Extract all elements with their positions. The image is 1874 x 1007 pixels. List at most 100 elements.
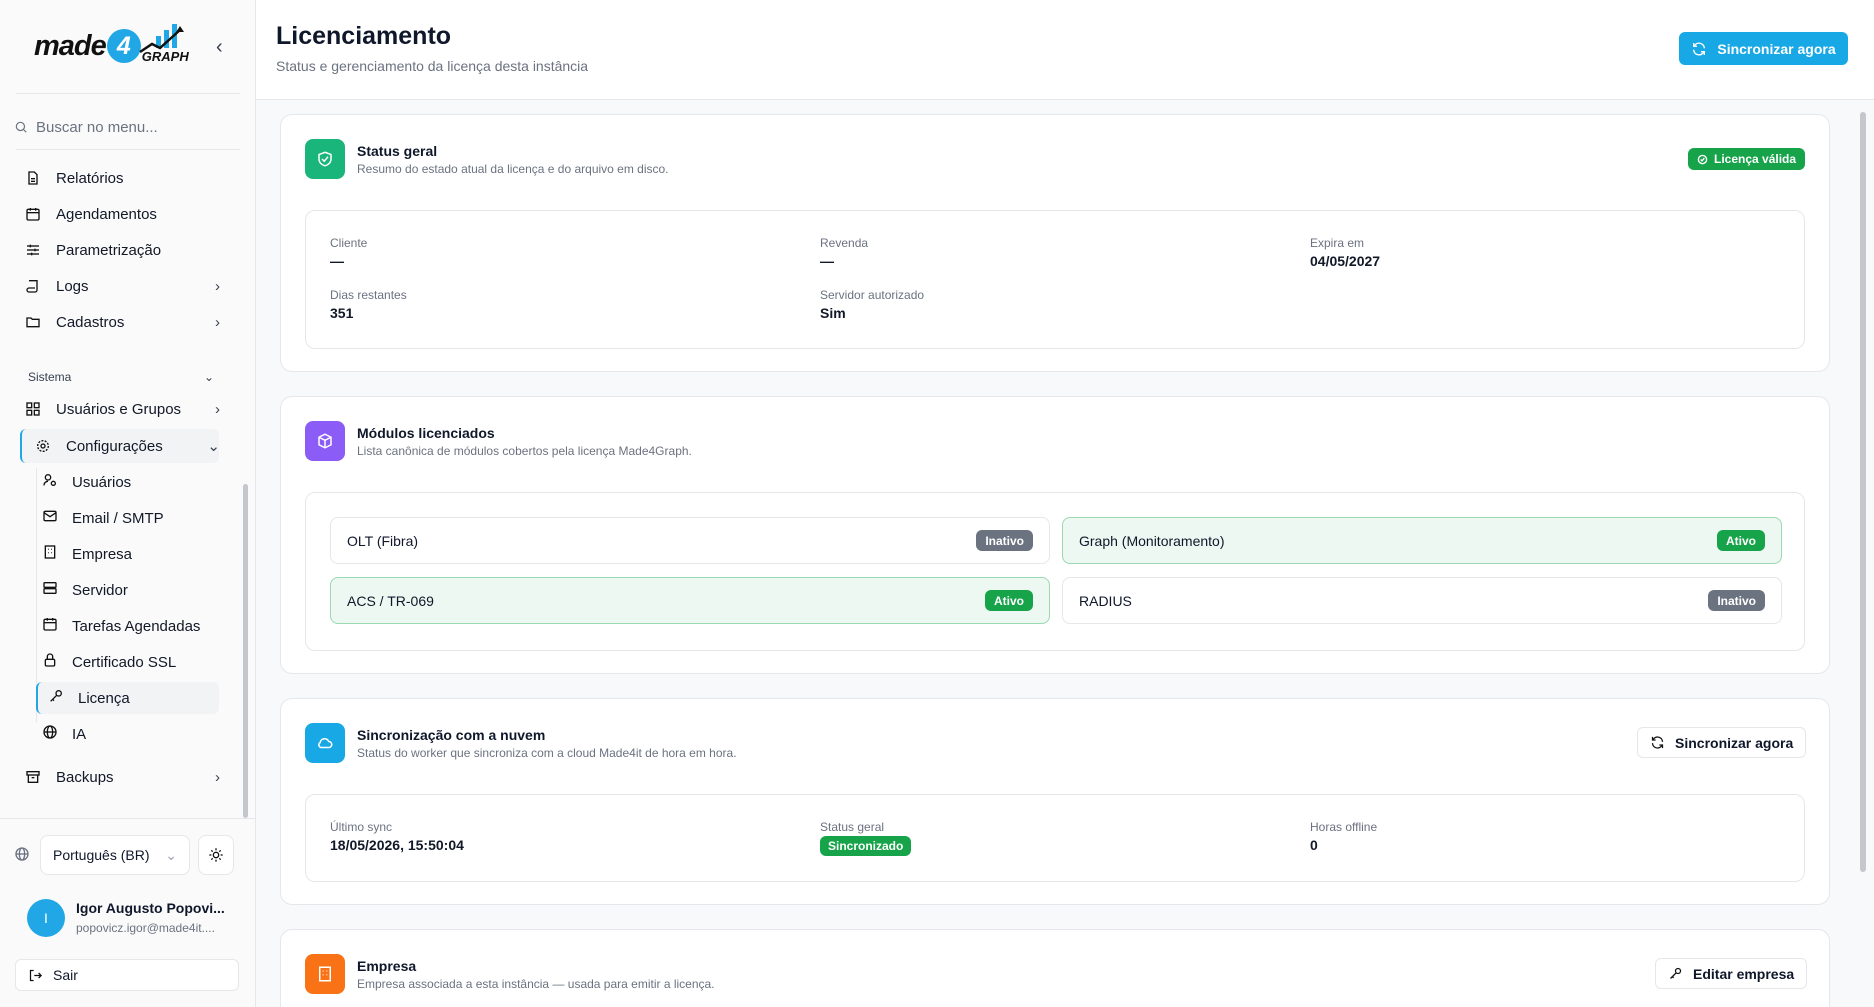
nav-backups[interactable]: Backups › <box>24 761 220 793</box>
nav-label: Cadastros <box>56 313 125 331</box>
key-icon <box>1670 967 1682 979</box>
menu-search[interactable]: Buscar no menu... <box>14 112 240 142</box>
nav-agendamentos[interactable]: Agendamentos <box>24 198 220 230</box>
nav-label: Logs <box>56 277 89 295</box>
sync-now-button[interactable]: Sincronizar agora <box>1679 32 1848 65</box>
status-badge: Inativo <box>976 530 1033 551</box>
license-valid-badge: Licença válida <box>1688 148 1806 170</box>
module-name: Graph (Monitoramento) <box>1079 532 1225 549</box>
field-label: Expira em <box>1310 236 1365 250</box>
user-email: popovicz.igor@made4it.... <box>76 921 215 935</box>
subnav-label: Usuários <box>72 473 132 491</box>
chevron-right-icon: › <box>215 313 220 331</box>
sync-card-button[interactable]: Sincronizar agora <box>1637 727 1807 758</box>
chevron-down-icon: ⌄ <box>165 846 177 863</box>
subnav-label: Servidor <box>72 581 128 599</box>
logout-label: Sair <box>53 967 78 983</box>
module-graph: Graph (Monitoramento) Ativo <box>1062 517 1782 564</box>
collapse-sidebar-icon[interactable]: ‹ <box>216 36 223 59</box>
status-subtitle: Resumo do estado atual da licença e do a… <box>357 162 669 176</box>
subnav-ia[interactable]: IA <box>42 718 218 750</box>
offline-hours-value: 0 <box>1310 837 1318 853</box>
sliders-icon <box>24 241 42 259</box>
status-badge: Ativo <box>1717 530 1765 551</box>
section-sistema[interactable]: Sistema ⌄ <box>28 370 214 384</box>
mail-icon <box>42 508 58 528</box>
field-value-expira: 04/05/2027 <box>1310 253 1381 269</box>
globe-icon <box>14 846 30 867</box>
subnav-certificado-ssl[interactable]: Certificado SSL <box>42 646 218 678</box>
nav-configuracoes[interactable]: Configurações ⌄ <box>34 430 220 462</box>
nav-parametrizacao[interactable]: Parametrização <box>24 234 220 266</box>
main-scrollbar[interactable] <box>1860 112 1866 872</box>
module-name: ACS / TR-069 <box>347 592 434 609</box>
subnav-empresa[interactable]: Empresa <box>42 538 218 570</box>
page-header: Licenciamento Status e gerenciamento da … <box>256 0 1874 100</box>
subnav-label: Certificado SSL <box>72 653 177 671</box>
nav-label: Configurações <box>66 437 163 455</box>
company-title: Empresa <box>357 958 417 974</box>
chevron-right-icon: › <box>215 768 220 786</box>
edit-company-button[interactable]: Editar empresa <box>1655 958 1808 989</box>
edit-company-label: Editar empresa <box>1693 965 1795 982</box>
refresh-icon <box>1693 42 1706 55</box>
chevron-down-icon: ⌄ <box>203 370 214 384</box>
logout-button[interactable]: Sair <box>15 959 239 991</box>
made4graph-logo[interactable]: made 4 GRAPH <box>34 18 189 74</box>
subnav-usuarios[interactable]: Usuários <box>42 466 218 498</box>
cloud-icon <box>305 723 345 763</box>
refresh-icon <box>1651 736 1664 749</box>
subnav-licenca[interactable]: Licença <box>48 682 224 714</box>
page-title: Licenciamento <box>276 22 452 50</box>
subnav-servidor[interactable]: Servidor <box>42 574 218 606</box>
license-valid-label: Licença válida <box>1714 152 1797 166</box>
sync-now-label: Sincronizar agora <box>1717 40 1836 57</box>
module-radius: RADIUS Inativo <box>1062 577 1782 624</box>
avatar[interactable]: I <box>27 899 65 937</box>
chevron-right-icon: › <box>215 277 220 295</box>
sidebar-scrollbar[interactable] <box>243 484 248 818</box>
chevron-down-icon: ⌄ <box>207 438 220 455</box>
language-select[interactable]: Português (BR) ⌄ <box>40 835 190 875</box>
theme-toggle-button[interactable] <box>198 835 234 875</box>
subnav-tarefas-agendadas[interactable]: Tarefas Agendadas <box>42 610 218 642</box>
nav-label: Parametrização <box>56 241 162 259</box>
user-icon <box>42 472 58 492</box>
page-subtitle: Status e gerenciamento da licença desta … <box>276 58 589 74</box>
status-badge: Inativo <box>1708 590 1765 611</box>
gear-icon <box>34 437 52 455</box>
field-label: Dias restantes <box>330 288 407 302</box>
nav-usuarios-grupos[interactable]: Usuários e Grupos › <box>24 393 220 425</box>
nav-relatorios[interactable]: Relatórios <box>24 162 220 194</box>
nav-logs[interactable]: Logs › <box>24 270 220 302</box>
calendar-icon <box>24 205 42 223</box>
sync-status-badge: Sincronizado <box>820 836 912 856</box>
module-acs: ACS / TR-069 Ativo <box>330 577 1050 624</box>
sync-title: Sincronização com a nuvem <box>357 727 546 743</box>
subnav-email-smtp[interactable]: Email / SMTP <box>42 502 218 534</box>
subnav-label: Empresa <box>72 545 133 563</box>
user-name: Igor Augusto Popovi... <box>76 900 225 916</box>
company-card: Empresa Empresa associada a esta instânc… <box>280 929 1830 1007</box>
main-content: Licenciamento Status e gerenciamento da … <box>256 0 1874 1007</box>
nav-label: Usuários e Grupos <box>56 400 182 418</box>
shield-check-icon <box>305 139 345 179</box>
company-subtitle: Empresa associada a esta instância — usa… <box>357 977 715 991</box>
section-label: Sistema <box>28 370 72 384</box>
field-label: Status geral <box>820 820 885 834</box>
subnav-label: IA <box>72 725 87 743</box>
field-value-cliente: — <box>330 253 344 269</box>
field-value-revenda: — <box>820 253 834 269</box>
field-label: Cliente <box>330 236 368 250</box>
calendar-icon <box>42 616 58 636</box>
logout-icon <box>29 969 43 981</box>
status-details: Cliente — Revenda — Expira em 04/05/2027… <box>305 210 1805 349</box>
nav-cadastros[interactable]: Cadastros › <box>24 306 220 338</box>
folder-icon <box>24 313 42 331</box>
field-label: Último sync <box>330 820 393 834</box>
key-icon <box>48 688 64 708</box>
status-title: Status geral <box>357 143 438 159</box>
search-placeholder: Buscar no menu... <box>36 118 158 136</box>
field-label: Horas offline <box>1310 820 1378 834</box>
nav-label: Agendamentos <box>56 205 157 223</box>
